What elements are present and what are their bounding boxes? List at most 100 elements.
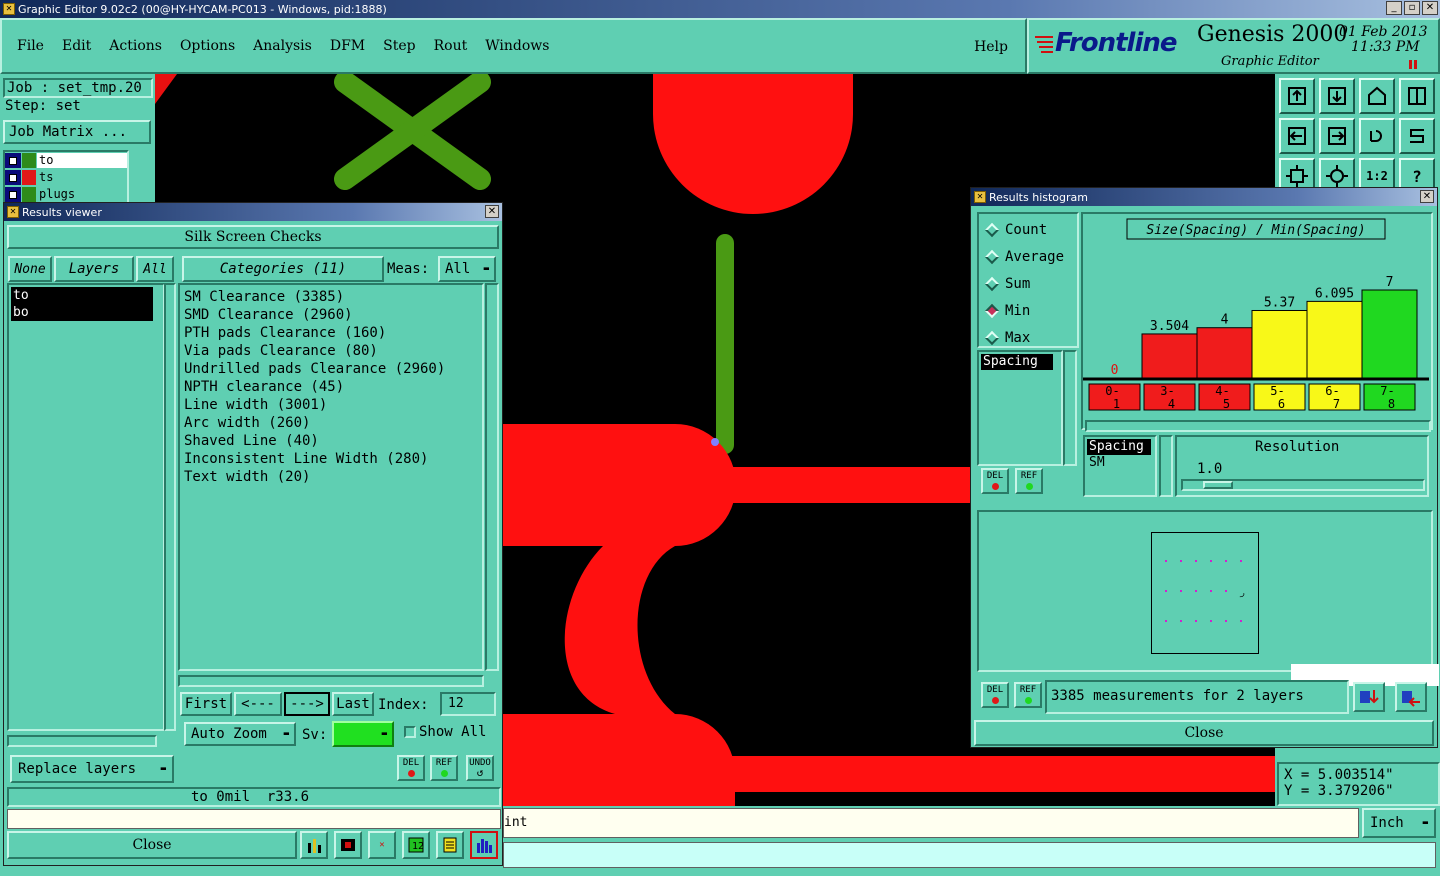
menu-actions[interactable]: Actions <box>100 34 171 58</box>
category-item[interactable]: SMD Clearance (2960) <box>184 306 478 324</box>
job-matrix-button[interactable]: Job Matrix ... <box>3 120 151 144</box>
undo-button[interactable]: UNDO ↺ <box>466 755 494 781</box>
replace-layers-dropdown[interactable]: Replace layers ▬ <box>10 755 174 783</box>
measure-vscroll[interactable] <box>1063 350 1077 466</box>
index-input[interactable]: 12 <box>440 692 496 716</box>
category-item[interactable]: Inconsistent Line Width (280) <box>184 450 478 468</box>
category-item[interactable]: PTH pads Clearance (160) <box>184 324 478 342</box>
resolution-value: 1.0 <box>1197 461 1223 477</box>
menu-options[interactable]: Options <box>171 34 244 58</box>
category-item[interactable]: NPTH clearance (45) <box>184 378 478 396</box>
rv-layer-item[interactable]: bo <box>11 304 153 321</box>
none-button[interactable]: None <box>8 256 52 282</box>
mode-radio-average[interactable]: Average <box>979 243 1077 270</box>
category-item[interactable]: Text width (20) <box>184 468 478 486</box>
category-item[interactable]: Via pads Clearance (80) <box>184 342 478 360</box>
layer-row[interactable]: to <box>5 152 127 169</box>
import-chart-icon[interactable] <box>1395 682 1427 712</box>
all-layers-button[interactable]: All <box>136 256 174 282</box>
category-item[interactable]: Line width (3001) <box>184 396 478 414</box>
film-icon[interactable] <box>334 831 362 859</box>
toolbar-mirror-icon[interactable] <box>1399 118 1435 154</box>
show-all-checkbox[interactable] <box>404 726 416 738</box>
export-chart-icon[interactable] <box>1353 682 1385 712</box>
del-button[interactable]: DEL <box>397 755 425 781</box>
menu-analysis[interactable]: Analysis <box>244 34 321 58</box>
resolution-slider[interactable] <box>1181 479 1425 491</box>
menu-dfm[interactable]: DFM <box>321 34 374 58</box>
category-item[interactable]: Shaved Line (40) <box>184 432 478 450</box>
rv-layer-item[interactable]: to <box>11 287 153 304</box>
sv-color-dropdown[interactable]: ▬ <box>332 721 394 747</box>
last-button[interactable]: Last <box>332 692 374 716</box>
hist-layer-item[interactable]: Spacing <box>1087 439 1151 455</box>
report-icon[interactable] <box>436 831 464 859</box>
toolbar-left-icon[interactable] <box>1279 118 1315 154</box>
menu-step[interactable]: Step <box>374 34 424 58</box>
histogram-close-button[interactable]: Close <box>974 720 1434 746</box>
results-viewer-close-icon[interactable]: ✕ <box>485 205 499 218</box>
categories-button[interactable]: Categories (11) <box>182 256 384 282</box>
meas-dropdown[interactable]: All ▬ <box>438 256 496 282</box>
category-item[interactable]: Arc width (260) <box>184 414 478 432</box>
mode-radio-max[interactable]: Max <box>979 324 1077 351</box>
layer-row[interactable]: ts <box>5 169 127 186</box>
mode-radio-min[interactable]: Min <box>979 297 1077 324</box>
results-viewer-close-button[interactable]: Close <box>7 831 297 859</box>
next-button[interactable]: ---> <box>284 692 330 716</box>
toolbar-down-icon[interactable] <box>1319 78 1355 114</box>
histogram-hscroll[interactable] <box>1085 420 1431 432</box>
histogram-icon[interactable] <box>470 831 498 859</box>
minimize-button[interactable]: _ <box>1386 1 1402 15</box>
ref-button[interactable]: REF <box>430 755 458 781</box>
maximize-button[interactable]: ▫ <box>1404 1 1420 15</box>
menu-file[interactable]: File <box>8 34 53 58</box>
toolbar-right-icon[interactable] <box>1319 118 1355 154</box>
menu-edit[interactable]: Edit <box>53 34 100 58</box>
layer-row[interactable]: plugs <box>5 186 127 202</box>
layer-name[interactable]: ts <box>37 170 127 185</box>
layer-name[interactable]: plugs <box>37 187 127 202</box>
toolbar-rotate-icon[interactable] <box>1359 118 1395 154</box>
menu-windows[interactable]: Windows <box>476 34 558 58</box>
auto-zoom-dropdown[interactable]: Auto Zoom ▬ <box>184 722 296 746</box>
toolbar-house-icon[interactable] <box>1359 78 1395 114</box>
mode-radio-sum[interactable]: Sum <box>979 270 1077 297</box>
measure-item[interactable]: Spacing <box>981 354 1053 370</box>
hist-ref-button[interactable]: REF <box>1014 682 1042 708</box>
menu-help[interactable]: Help <box>965 35 1017 59</box>
layers-button[interactable]: Layers <box>54 256 134 282</box>
toolbar-home-up-icon[interactable] <box>1279 78 1315 114</box>
first-button[interactable]: First <box>180 692 232 716</box>
layer-checkbox[interactable] <box>5 153 21 168</box>
hist-ref-top-button[interactable]: REF <box>1015 468 1043 494</box>
hist-layer-item[interactable]: SM <box>1087 455 1153 471</box>
layer-select-vscroll[interactable] <box>1159 435 1173 497</box>
resolution-slider-thumb[interactable] <box>1203 481 1233 489</box>
check-set-header[interactable]: Silk Screen Checks <box>7 225 499 249</box>
menu-rout[interactable]: Rout <box>425 34 477 58</box>
number-icon[interactable]: 12 <box>402 831 430 859</box>
hist-del-top-button[interactable]: DEL <box>981 468 1009 494</box>
category-item[interactable]: SM Clearance (3385) <box>184 288 478 306</box>
unit-dropdown[interactable]: Inch ▬ <box>1362 808 1436 838</box>
layer-name[interactable]: to <box>37 153 127 168</box>
categories-hscroll[interactable] <box>178 675 484 687</box>
hist-del-button[interactable]: DEL <box>981 682 1009 708</box>
ref-delete-icon[interactable]: ✕ <box>368 831 396 859</box>
bottom-input-line[interactable] <box>503 842 1436 868</box>
prev-button[interactable]: <--- <box>234 692 282 716</box>
layers-vscroll[interactable] <box>164 283 176 731</box>
category-item[interactable]: Undrilled pads Clearance (2960) <box>184 360 478 378</box>
mode-radio-count[interactable]: Count <box>979 216 1077 243</box>
histogram-close-icon[interactable]: ✕ <box>1420 190 1434 203</box>
close-window-button[interactable]: ✕ <box>1422 1 1438 15</box>
command-line[interactable]: int <box>503 808 1359 838</box>
categories-vscroll[interactable] <box>485 283 499 671</box>
layer-checkbox[interactable] <box>5 187 21 202</box>
layer-checkbox[interactable] <box>5 170 21 185</box>
red-dot-icon <box>991 483 999 490</box>
layers-hscroll[interactable] <box>7 735 157 747</box>
chart-bars-icon[interactable] <box>300 831 328 859</box>
toolbar-window-icon[interactable] <box>1399 78 1435 114</box>
